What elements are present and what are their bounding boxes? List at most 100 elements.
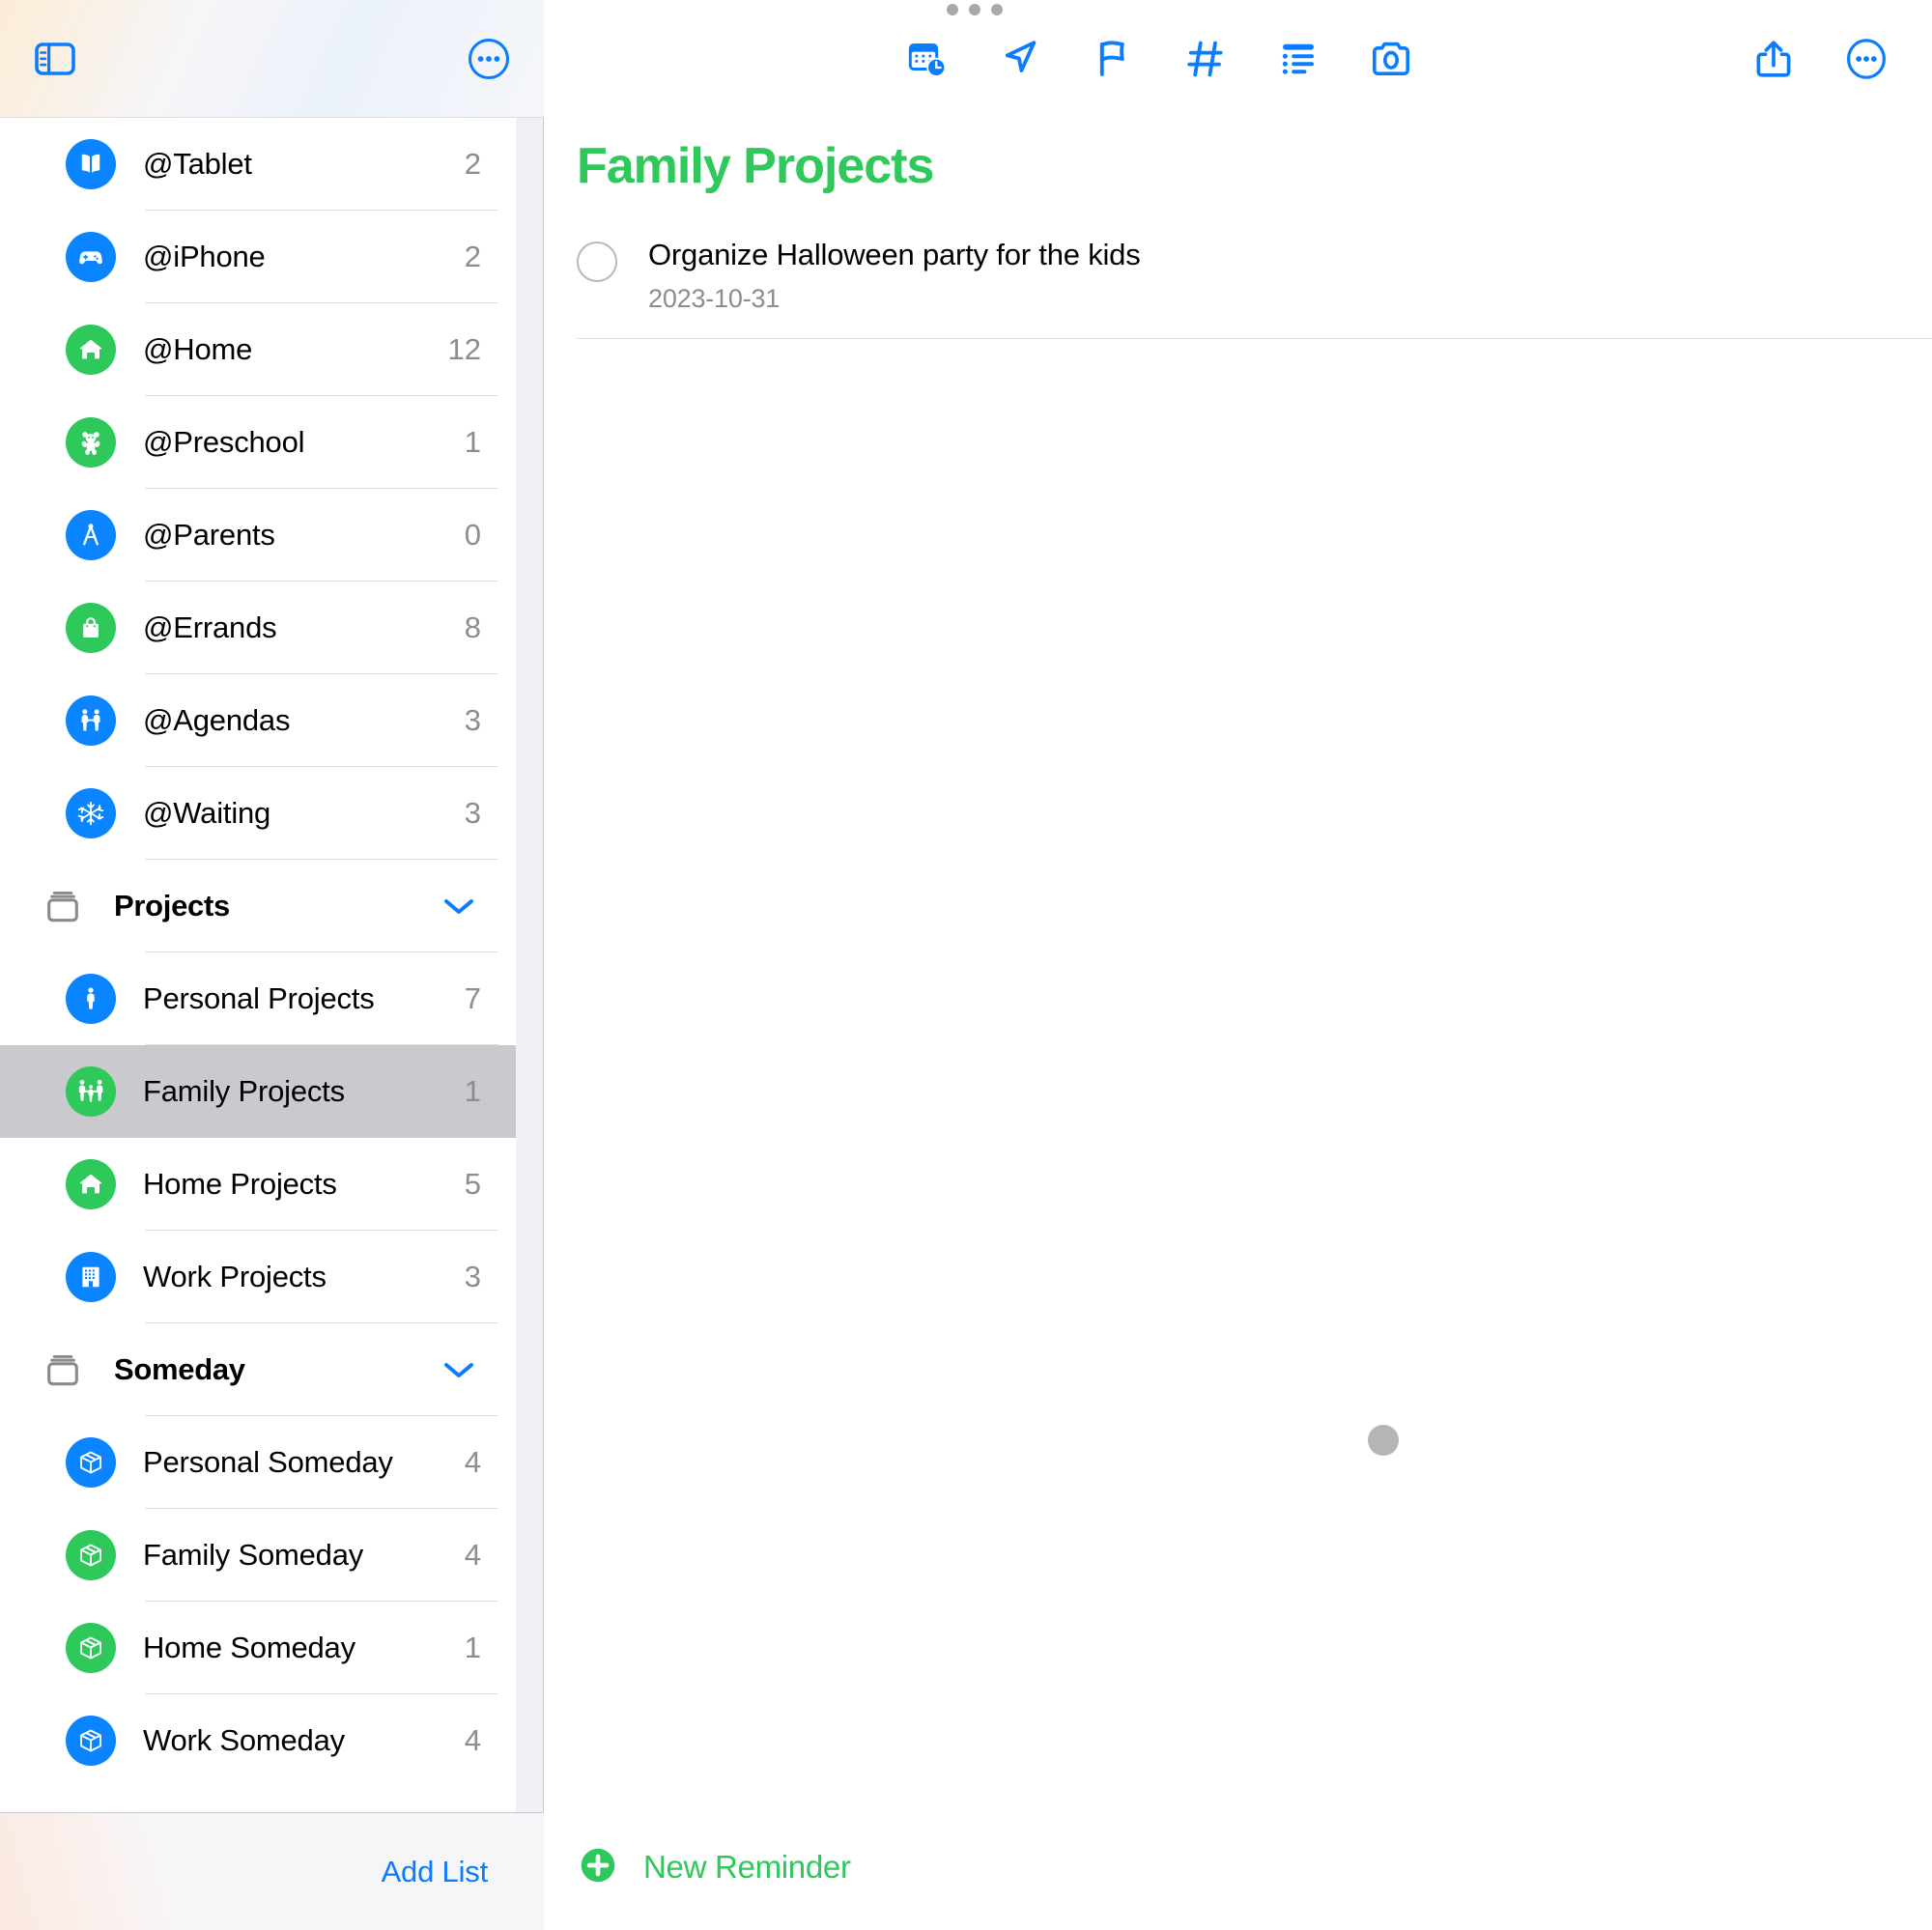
sidebar-item-work-projects[interactable]: Work Projects 3: [0, 1231, 516, 1323]
sidebar-item-count: 4: [464, 1723, 481, 1757]
teddy-bear-icon: [66, 417, 116, 468]
sidebar-item-home-someday[interactable]: Home Someday 1: [0, 1602, 516, 1694]
sidebar-item-label: @Agendas: [143, 703, 291, 737]
sidebar-item-count: 2: [464, 240, 481, 273]
sidebar-item-label: @iPhone: [143, 240, 266, 273]
sidebar-scrollbar[interactable]: [516, 118, 543, 1812]
reminder-body: Organize Halloween party for the kids 20…: [648, 238, 1897, 339]
sidebar-item-parents[interactable]: @Parents 0: [0, 489, 516, 582]
sidebar-item-personal-projects[interactable]: Personal Projects 7: [0, 952, 516, 1045]
sidebar-toggle-icon[interactable]: [29, 33, 81, 85]
sidebar-item-family-someday[interactable]: Family Someday 4: [0, 1509, 516, 1602]
sidebar-item-label: Family Someday: [143, 1538, 364, 1572]
chevron-down-icon[interactable]: [442, 1360, 475, 1379]
sidebar-more-button[interactable]: [463, 33, 515, 85]
sidebar-item-count: 4: [464, 1538, 481, 1572]
family-icon: [66, 1066, 116, 1117]
reminder-content: Family Projects Organize Halloween party…: [544, 118, 1932, 1804]
main-toolbar: [544, 0, 1932, 118]
toolbar-left-group: [898, 30, 1420, 88]
sidebar-group-someday[interactable]: Someday: [0, 1323, 516, 1416]
location-arrow-icon[interactable]: [991, 30, 1049, 88]
sidebar-item-count: 0: [464, 518, 481, 552]
sidebar-item-count: 1: [464, 1631, 481, 1664]
sidebar-item-label: Home Someday: [143, 1631, 355, 1664]
sidebar-list: @Tablet 2 @iPhone 2 @Home 12 @Preschool …: [0, 118, 516, 1787]
sidebar-item-label: Home Projects: [143, 1167, 337, 1201]
main-panel: Family Projects Organize Halloween party…: [544, 0, 1932, 1930]
sidebar-item-count: 7: [464, 981, 481, 1015]
sidebar: @Tablet 2 @iPhone 2 @Home 12 @Preschool …: [0, 0, 544, 1930]
sidebar-scroll-area[interactable]: @Tablet 2 @iPhone 2 @Home 12 @Preschool …: [0, 118, 544, 1812]
person-walking-icon: [66, 974, 116, 1024]
sidebar-item-label: @Parents: [143, 518, 275, 552]
sidebar-item-personal-someday[interactable]: Personal Someday 4: [0, 1416, 516, 1509]
add-list-button[interactable]: Add List: [382, 1855, 489, 1889]
sidebar-item-count: 2: [464, 147, 481, 181]
sidebar-footer: Add List: [0, 1812, 544, 1930]
sidebar-item-agendas[interactable]: @Agendas 3: [0, 674, 516, 767]
reminder-date[interactable]: 2023-10-31: [648, 284, 1897, 314]
sidebar-item-count: 3: [464, 703, 481, 737]
sidebar-item-home-projects[interactable]: Home Projects 5: [0, 1138, 516, 1231]
reminder-item[interactable]: Organize Halloween party for the kids 20…: [544, 238, 1932, 339]
reminder-title[interactable]: Organize Halloween party for the kids: [648, 238, 1897, 272]
reminder-separator: [577, 338, 1932, 339]
sidebar-item-count: 4: [464, 1445, 481, 1479]
gamepad-icon: [66, 232, 116, 282]
box-icon: [66, 1437, 116, 1488]
sidebar-item-count: 1: [464, 1074, 481, 1108]
office-building-icon: [66, 1252, 116, 1302]
sidebar-item-count: 12: [447, 332, 481, 366]
book-icon: [66, 139, 116, 189]
compass-icon: [66, 510, 116, 560]
share-icon[interactable]: [1745, 30, 1803, 88]
sidebar-item-count: 3: [464, 1260, 481, 1293]
sidebar-item-work-someday[interactable]: Work Someday 4: [0, 1694, 516, 1787]
sidebar-item-errands[interactable]: @Errands 8: [0, 582, 516, 674]
sidebar-item-count: 3: [464, 796, 481, 830]
house-icon: [66, 325, 116, 375]
plus-circle-icon: [577, 1844, 619, 1891]
sidebar-item-preschool[interactable]: @Preschool 1: [0, 396, 516, 489]
list-bullet-icon[interactable]: [1269, 30, 1327, 88]
sidebar-group-label: Someday: [114, 1352, 245, 1386]
sidebar-item-waiting[interactable]: @Waiting 3: [0, 767, 516, 860]
sidebar-item-label: Family Projects: [143, 1074, 345, 1108]
sidebar-item-label: @Waiting: [143, 796, 271, 830]
new-reminder-button[interactable]: New Reminder: [577, 1844, 851, 1891]
flag-icon[interactable]: [1084, 30, 1142, 88]
page-title: Family Projects: [577, 138, 934, 194]
hash-icon[interactable]: [1177, 30, 1235, 88]
sidebar-header: [0, 0, 544, 118]
sidebar-item-label: @Tablet: [143, 147, 252, 181]
sidebar-item-label: @Preschool: [143, 425, 305, 459]
toolbar-right-group: [1745, 30, 1895, 88]
sidebar-item-label: Work Someday: [143, 1723, 345, 1757]
sidebar-item-count: 5: [464, 1167, 481, 1201]
sidebar-group-projects[interactable]: Projects: [0, 860, 516, 952]
new-reminder-label: New Reminder: [643, 1849, 851, 1885]
more-circle-icon[interactable]: [1837, 30, 1895, 88]
app-window: @Tablet 2 @iPhone 2 @Home 12 @Preschool …: [0, 0, 1932, 1930]
sidebar-item-tablet[interactable]: @Tablet 2: [0, 118, 516, 211]
sidebar-item-family-projects[interactable]: Family Projects 1: [0, 1045, 516, 1138]
two-people-icon: [66, 695, 116, 746]
folder-stack-icon: [41, 884, 85, 928]
box-icon: [66, 1530, 116, 1580]
sidebar-item-count: 1: [464, 425, 481, 459]
cursor-indicator: [1368, 1425, 1399, 1456]
house-icon: [66, 1159, 116, 1209]
shopping-bag-icon: [66, 603, 116, 653]
calendar-clock-icon[interactable]: [898, 30, 956, 88]
reminder-checkbox[interactable]: [577, 241, 617, 282]
box-icon: [66, 1623, 116, 1673]
sidebar-item-iphone[interactable]: @iPhone 2: [0, 211, 516, 303]
sidebar-item-label: @Home: [143, 332, 253, 366]
chevron-down-icon[interactable]: [442, 896, 475, 916]
sidebar-item-label: Personal Someday: [143, 1445, 393, 1479]
sidebar-item-home[interactable]: @Home 12: [0, 303, 516, 396]
sidebar-item-count: 8: [464, 610, 481, 644]
sidebar-item-label: Personal Projects: [143, 981, 375, 1015]
camera-icon[interactable]: [1362, 30, 1420, 88]
